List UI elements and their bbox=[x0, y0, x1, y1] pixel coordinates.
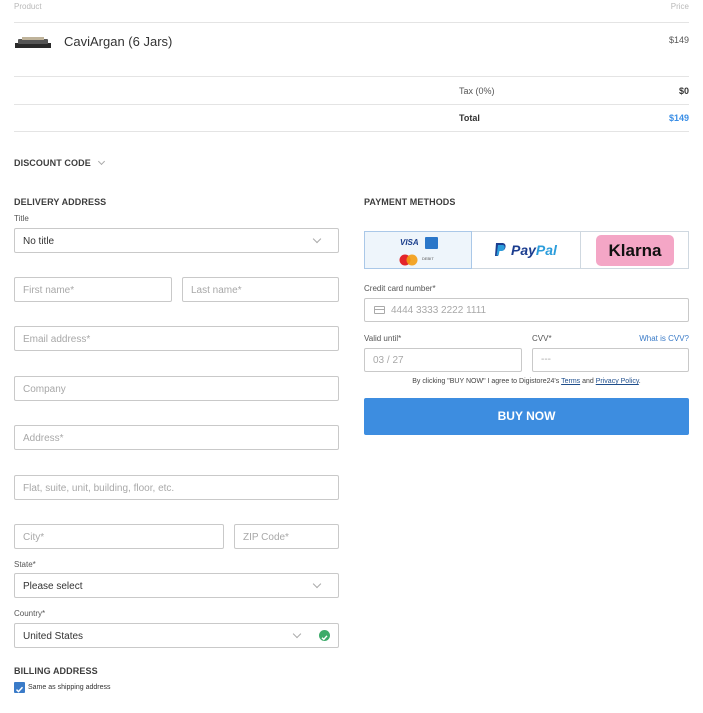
payment-method-paypal[interactable]: PayPal bbox=[472, 231, 581, 269]
zip-code-input[interactable]: ZIP Code* bbox=[234, 524, 339, 549]
privacy-policy-link[interactable]: Privacy Policy bbox=[596, 378, 639, 385]
same-as-shipping-checkbox[interactable]: Same as shipping address bbox=[14, 682, 111, 693]
discount-code-label: DISCOUNT CODE bbox=[14, 158, 91, 168]
divider bbox=[14, 76, 689, 77]
product-column-header: Product bbox=[14, 2, 42, 11]
discount-code-toggle[interactable]: DISCOUNT CODE bbox=[14, 157, 105, 168]
first-name-placeholder: First name* bbox=[23, 285, 75, 296]
buy-now-button[interactable]: BUY NOW bbox=[364, 398, 689, 435]
mastercard-icon bbox=[399, 253, 419, 266]
chevron-down-icon bbox=[292, 629, 302, 639]
chevron-down-icon bbox=[97, 157, 105, 166]
credit-card-icon bbox=[374, 306, 385, 314]
checkbox-checked-icon bbox=[14, 682, 25, 693]
product-name: CaviArgan (6 Jars) bbox=[64, 34, 173, 49]
price-column-header: Price bbox=[670, 2, 689, 11]
divider bbox=[14, 131, 689, 132]
cvv-input[interactable]: --- bbox=[532, 348, 689, 372]
what-is-cvv-link[interactable]: What is CVV? bbox=[639, 334, 689, 343]
address-placeholder: Address* bbox=[23, 433, 64, 444]
title-select-value: No title bbox=[23, 236, 55, 247]
address-input[interactable]: Address* bbox=[14, 425, 339, 450]
product-price: $149 bbox=[668, 35, 689, 45]
valid-until-label: Valid until* bbox=[364, 334, 402, 343]
visa-logo: VISA bbox=[400, 238, 419, 247]
state-select[interactable]: Please select bbox=[14, 573, 339, 598]
country-select-value: United States bbox=[23, 631, 84, 642]
address-line2-input[interactable]: Flat, suite, unit, building, floor, etc. bbox=[14, 475, 339, 500]
cvv-label: CVV* bbox=[532, 334, 552, 343]
address-line2-placeholder: Flat, suite, unit, building, floor, etc. bbox=[23, 483, 175, 494]
paypal-icon bbox=[494, 242, 507, 262]
amex-icon bbox=[425, 237, 438, 249]
total-value: $149 bbox=[668, 113, 689, 123]
terms-text: By clicking "BUY NOW" I agree to Digisto… bbox=[364, 378, 689, 385]
terms-link[interactable]: Terms bbox=[561, 378, 580, 385]
payment-methods-heading: PAYMENT METHODS bbox=[364, 197, 456, 207]
divider bbox=[14, 104, 689, 105]
chevron-down-icon bbox=[312, 579, 322, 589]
valid-until-input[interactable]: 03 / 27 bbox=[364, 348, 522, 372]
payment-method-card[interactable]: VISA DEBIT bbox=[364, 231, 472, 269]
zip-code-placeholder: ZIP Code* bbox=[243, 532, 289, 543]
same-as-shipping-label: Same as shipping address bbox=[28, 684, 111, 691]
paypal-logo-text: PayPal bbox=[511, 242, 557, 258]
last-name-input[interactable]: Last name* bbox=[182, 277, 339, 302]
country-select[interactable]: United States bbox=[14, 623, 339, 648]
tax-value: $0 bbox=[678, 86, 689, 96]
card-number-label: Credit card number* bbox=[364, 284, 436, 293]
title-label: Title bbox=[14, 214, 29, 223]
company-input[interactable]: Company bbox=[14, 376, 339, 401]
klarna-logo: Klarna bbox=[596, 235, 674, 266]
card-number-placeholder: 4444 3333 2222 1111 bbox=[391, 305, 487, 316]
email-input[interactable]: Email address* bbox=[14, 326, 339, 351]
total-label: Total bbox=[459, 113, 480, 123]
terms-prefix: By clicking "BUY NOW" I agree to Digisto… bbox=[412, 378, 560, 385]
city-input[interactable]: City* bbox=[14, 524, 224, 549]
terms-suffix: . bbox=[638, 378, 641, 385]
email-placeholder: Email address* bbox=[23, 334, 91, 345]
state-select-value: Please select bbox=[23, 581, 83, 592]
title-select[interactable]: No title bbox=[14, 228, 339, 253]
billing-address-heading: BILLING ADDRESS bbox=[14, 666, 98, 676]
cvv-placeholder: --- bbox=[541, 354, 551, 365]
valid-check-icon bbox=[319, 630, 330, 641]
divider bbox=[14, 22, 689, 23]
valid-until-placeholder: 03 / 27 bbox=[373, 355, 404, 366]
delivery-address-heading: DELIVERY ADDRESS bbox=[14, 197, 107, 207]
product-thumbnail bbox=[15, 36, 51, 48]
tax-label: Tax (0%) bbox=[459, 86, 495, 96]
payment-method-klarna[interactable]: Klarna bbox=[581, 231, 689, 269]
state-label: State* bbox=[14, 560, 36, 569]
company-placeholder: Company bbox=[23, 384, 66, 395]
country-label: Country* bbox=[14, 609, 46, 618]
city-placeholder: City* bbox=[23, 532, 45, 543]
last-name-placeholder: Last name* bbox=[191, 285, 242, 296]
card-number-input[interactable]: 4444 3333 2222 1111 bbox=[364, 298, 689, 322]
terms-and: and bbox=[582, 378, 594, 385]
first-name-input[interactable]: First name* bbox=[14, 277, 172, 302]
debit-card-label: DEBIT bbox=[422, 256, 434, 261]
chevron-down-icon bbox=[312, 234, 322, 244]
